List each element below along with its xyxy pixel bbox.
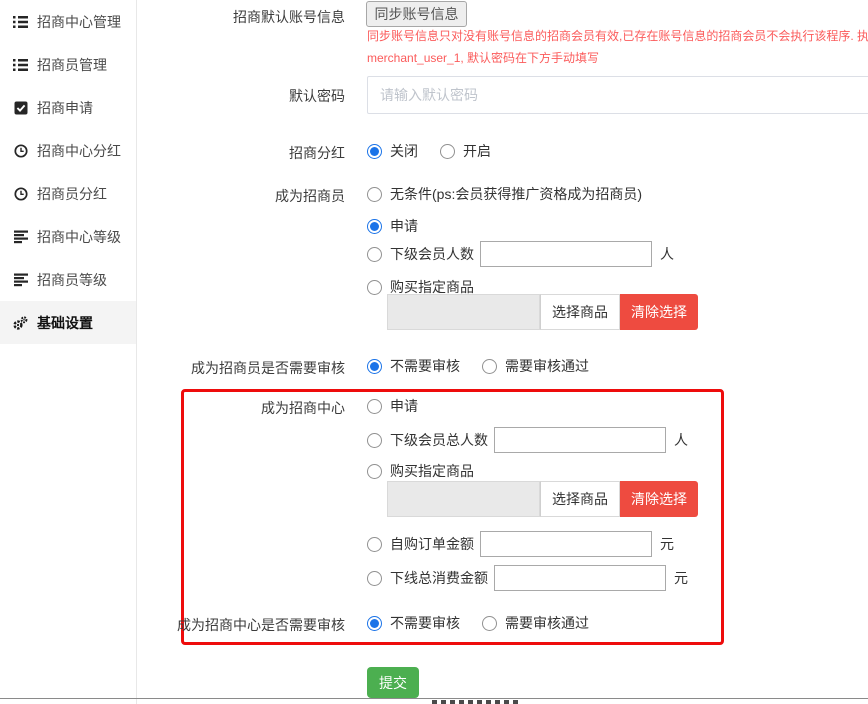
agent-option-apply[interactable]: 申请 <box>367 216 418 236</box>
center-product-field <box>387 481 540 517</box>
radio-label: 自购订单金额 <box>390 534 474 554</box>
center-option-downline-total-spend[interactable]: 下线总消费金额 元 <box>367 565 688 591</box>
radio-self-order-amount[interactable] <box>367 537 382 552</box>
center-clear-selection-button[interactable]: 清除选择 <box>620 481 698 517</box>
center-review-options: 不需要审核 需要审核通过 <box>367 613 589 633</box>
radio-buy-product[interactable] <box>367 280 382 295</box>
become-center-label: 成为招商中心 <box>0 398 345 418</box>
center-option-self-order-amount[interactable]: 自购订单金额 元 <box>367 531 674 557</box>
center-review-label: 成为招商中心是否需要审核 <box>0 615 345 635</box>
radio-label: 不需要审核 <box>390 356 460 376</box>
footer-divider <box>0 698 868 699</box>
radio-total-sub-members[interactable] <box>367 433 382 448</box>
radio-label: 购买指定商品 <box>390 461 474 481</box>
account-info-label: 招商默认账号信息 <box>0 7 345 27</box>
agent-product-picker: 选择商品 清除选择 <box>387 294 698 330</box>
sync-help-line2: merchant_user_1, 默认密码在下方手动填写 <box>367 50 868 66</box>
center-option-buy-product[interactable]: 购买指定商品 <box>367 461 474 481</box>
sidebar-item-center-level[interactable]: 招商中心等级 <box>0 215 136 258</box>
center-option-apply[interactable]: 申请 <box>367 396 418 416</box>
radio-agent-no-review[interactable] <box>367 359 382 374</box>
sidebar-item-basic-settings[interactable]: 基础设置 <box>0 301 136 344</box>
unit-suffix: 人 <box>674 430 688 450</box>
agent-option-unconditional[interactable]: 无条件(ps:会员获得推广资格成为招商员) <box>367 184 642 204</box>
sidebar-item-label: 招商中心等级 <box>37 227 121 247</box>
radio-apply[interactable] <box>367 219 382 234</box>
submit-button[interactable]: 提交 <box>367 667 419 698</box>
radio-unconditional[interactable] <box>367 187 382 202</box>
radio-agent-need-review[interactable] <box>482 359 497 374</box>
agent-select-product-button[interactable]: 选择商品 <box>540 294 620 330</box>
radio-label: 下级会员人数 <box>390 244 474 264</box>
align-left-icon <box>13 273 28 287</box>
total-sub-members-input[interactable] <box>494 427 666 453</box>
radio-label: 无条件(ps:会员获得推广资格成为招商员) <box>390 184 642 204</box>
sync-help-line1: 同步账号信息只对没有账号信息的招商会员有效,已存在账号信息的招商会员不会执行该程… <box>367 28 868 44</box>
radio-center-buy-product[interactable] <box>367 464 382 479</box>
default-password-label: 默认密码 <box>0 86 345 106</box>
sidebar-item-label: 招商员管理 <box>37 55 107 75</box>
radio-label: 不需要审核 <box>390 613 460 633</box>
become-agent-label: 成为招商员 <box>0 186 345 206</box>
dividend-options: 关闭 开启 <box>367 141 491 161</box>
radio-dividend-on[interactable] <box>440 144 455 159</box>
radio-label: 下级会员总人数 <box>390 430 488 450</box>
agent-review-label: 成为招商员是否需要审核 <box>0 358 345 378</box>
radio-dividend-off[interactable] <box>367 144 382 159</box>
sidebar-item-label: 基础设置 <box>37 313 93 333</box>
radio-label: 申请 <box>390 396 418 416</box>
radio-label: 需要审核通过 <box>505 613 589 633</box>
sidebar-item-staff-level[interactable]: 招商员等级 <box>0 258 136 301</box>
unit-suffix: 人 <box>660 244 674 264</box>
unit-suffix: 元 <box>674 568 688 588</box>
center-select-product-button[interactable]: 选择商品 <box>540 481 620 517</box>
radio-sub-member-count[interactable] <box>367 247 382 262</box>
merchant-settings-page: 招商中心管理 招商员管理 招商申请 招商中心分红 招商员分红 <box>0 0 868 704</box>
radio-label: 关闭 <box>390 141 418 161</box>
downline-total-spend-input[interactable] <box>494 565 666 591</box>
sub-member-count-input[interactable] <box>480 241 652 267</box>
align-left-icon <box>13 230 28 244</box>
dividend-label: 招商分红 <box>0 143 345 163</box>
radio-label: 需要审核通过 <box>505 356 589 376</box>
agent-product-field <box>387 294 540 330</box>
clipped-footer-text <box>432 700 522 704</box>
radio-downline-total-spend[interactable] <box>367 571 382 586</box>
unit-suffix: 元 <box>660 534 674 554</box>
sidebar-item-merchant-staff-management[interactable]: 招商员管理 <box>0 43 136 86</box>
agent-review-options: 不需要审核 需要审核通过 <box>367 356 589 376</box>
radio-center-no-review[interactable] <box>367 616 382 631</box>
default-password-input[interactable] <box>367 76 868 114</box>
list-icon <box>13 58 28 72</box>
radio-center-need-review[interactable] <box>482 616 497 631</box>
agent-clear-selection-button[interactable]: 清除选择 <box>620 294 698 330</box>
self-order-amount-input[interactable] <box>480 531 652 557</box>
agent-option-sub-member-count[interactable]: 下级会员人数 人 <box>367 241 674 267</box>
cogs-icon <box>13 316 28 330</box>
sidebar-item-label: 招商员等级 <box>37 270 107 290</box>
sync-account-button[interactable]: 同步账号信息 <box>366 1 467 27</box>
radio-label: 开启 <box>463 141 491 161</box>
radio-label: 下线总消费金额 <box>390 568 488 588</box>
center-option-total-sub-members[interactable]: 下级会员总人数 人 <box>367 427 688 453</box>
radio-center-apply[interactable] <box>367 399 382 414</box>
center-product-picker: 选择商品 清除选择 <box>387 481 698 517</box>
radio-label: 申请 <box>390 216 418 236</box>
